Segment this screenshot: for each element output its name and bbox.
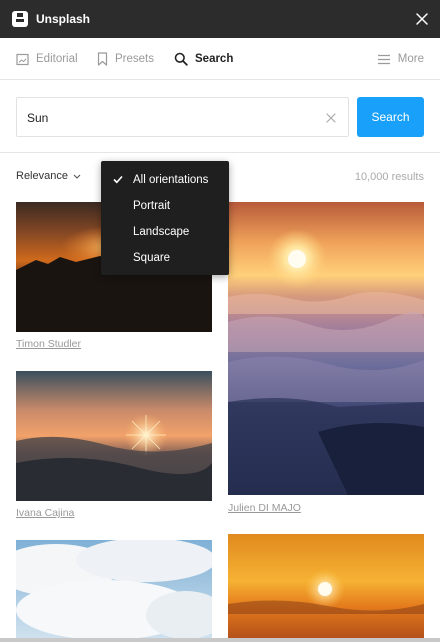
- menu-item-portrait[interactable]: Portrait: [101, 193, 229, 219]
- search-input[interactable]: Sun: [16, 97, 349, 137]
- tab-search-label: Search: [195, 53, 234, 65]
- menu-item-landscape[interactable]: Landscape: [101, 219, 229, 245]
- checkmark-icon: [113, 175, 123, 184]
- tab-presets[interactable]: Presets: [97, 38, 154, 80]
- tab-editorial[interactable]: Editorial: [16, 38, 78, 80]
- close-icon[interactable]: [412, 9, 432, 29]
- menu-item-square[interactable]: Square: [101, 245, 229, 271]
- photo-credit[interactable]: Ivana Cajina: [16, 507, 74, 519]
- title-bar: Unsplash: [0, 0, 440, 38]
- search-icon: [174, 52, 188, 66]
- search-button[interactable]: Search: [357, 97, 424, 137]
- photo-thumbnail[interactable]: [16, 371, 212, 501]
- tab-more[interactable]: More: [377, 38, 424, 80]
- tab-search[interactable]: Search: [174, 38, 233, 80]
- unsplash-logo-icon: [12, 11, 28, 27]
- chevron-down-icon: [73, 174, 81, 179]
- photo-credit[interactable]: Julien DI MAJO: [228, 502, 301, 514]
- search-input-value: Sun: [27, 111, 49, 125]
- tab-more-label: More: [397, 53, 424, 65]
- menu-item-label: Landscape: [133, 226, 190, 238]
- orientation-menu: All orientations Portrait Landscape Squa…: [101, 161, 229, 275]
- bookmark-icon: [97, 52, 108, 66]
- tab-editorial-label: Editorial: [36, 53, 78, 65]
- search-row: Sun Search: [0, 80, 440, 153]
- menu-item-label: Square: [133, 252, 171, 264]
- clear-icon[interactable]: [324, 111, 338, 125]
- photo-thumbnail[interactable]: [228, 534, 424, 638]
- tab-bar: Editorial Presets Search More: [0, 38, 440, 80]
- menu-icon: [377, 54, 390, 64]
- menu-item-all-orientations[interactable]: All orientations: [101, 167, 229, 193]
- menu-item-label: Portrait: [133, 200, 171, 212]
- photo-thumbnail[interactable]: [228, 202, 424, 495]
- tab-presets-label: Presets: [115, 53, 154, 65]
- results-count: 10,000 results: [354, 171, 424, 183]
- image-icon: [16, 53, 29, 65]
- window-title: Unsplash: [36, 12, 91, 26]
- photo-credit[interactable]: Timon Studler: [16, 338, 81, 350]
- photo-thumbnail[interactable]: [16, 540, 212, 638]
- sort-select-value: Relevance: [16, 170, 68, 182]
- menu-item-label: All orientations: [133, 174, 209, 186]
- bottom-edge: [0, 638, 440, 642]
- sort-select[interactable]: Relevance: [16, 170, 81, 182]
